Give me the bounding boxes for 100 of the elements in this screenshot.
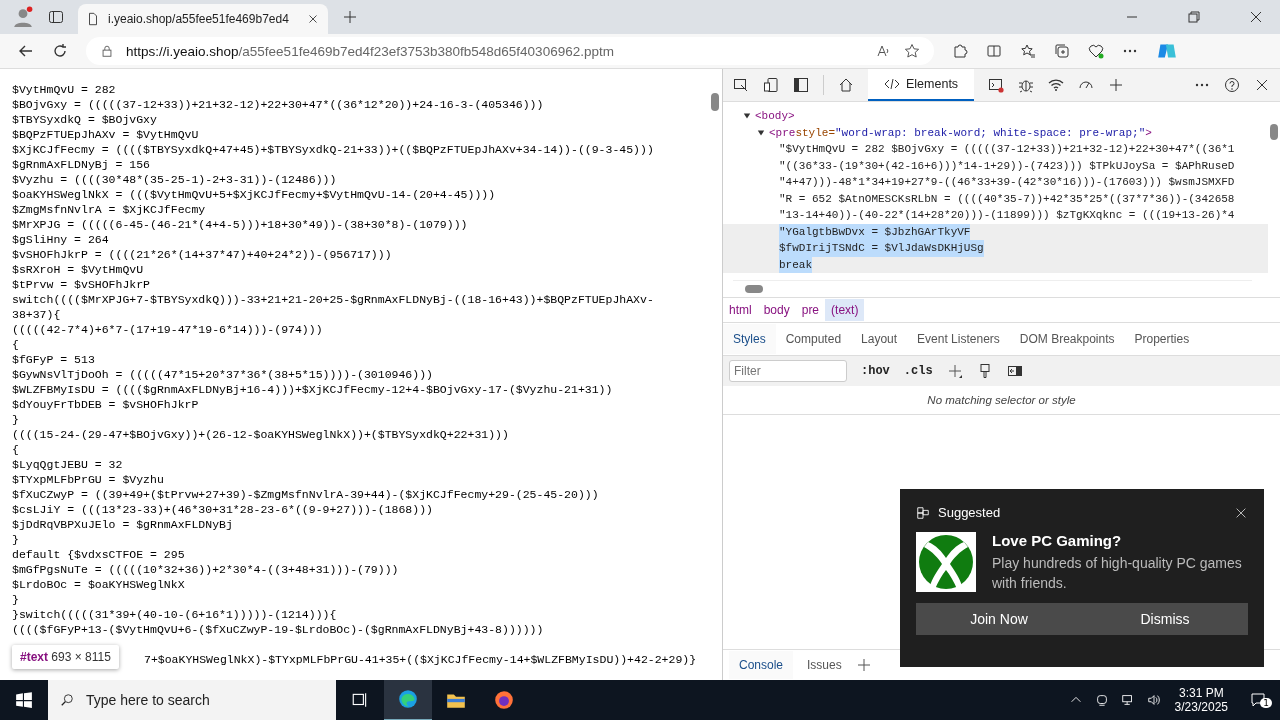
volume-icon[interactable] — [1146, 693, 1161, 707]
elements-tab[interactable]: Elements — [868, 69, 975, 101]
drawer-tab[interactable]: Console — [729, 651, 794, 679]
code-line: } — [12, 532, 20, 547]
collections-icon[interactable] — [1054, 43, 1070, 59]
styles-pane-tab[interactable]: Styles — [723, 324, 776, 354]
code-line: $WLZFBMyIsDU = (((($gRnmAxFLDNyBj+16-4)))+$XjKCJfFecmy-12+4-$BOjvGxy-17-($Vyzhu-21+31)) — [12, 382, 614, 397]
dom-text-node[interactable]: "((36*33-(19*30+(42-16+6)))*14-1+29))-(7423))) $TPkUJoySa = $APhRuseD — [779, 157, 1235, 174]
breadcrumb[interactable]: html — [723, 299, 758, 321]
breadcrumb[interactable]: pre — [795, 299, 826, 321]
dom-text-node[interactable]: "$VytHmQvU = 282 $BOjvGxy = (((((37-12+33))+21+32-12)+22+30+47*((36*1 — [779, 141, 1235, 158]
profile-icon[interactable] — [12, 6, 34, 28]
address-bar[interactable]: https://i.yeaio.shop/a55fee51fe469b7ed4f23ef3753b380fb548d65f40306962.pptm — [86, 37, 934, 65]
network-icon[interactable] — [1120, 693, 1135, 707]
styles-pane-tab[interactable]: Layout — [851, 324, 908, 354]
code-line: $Vyzhu = ((((30*48*(35-25-1)-2+3-31))-(12486))) — [12, 172, 338, 187]
breadcrumb[interactable]: (text) — [825, 299, 865, 321]
code-line: { — [12, 442, 20, 457]
taskbar-search-field[interactable]: Type here to search — [48, 680, 336, 720]
add-icon[interactable] — [946, 363, 963, 379]
close-icon[interactable] — [1254, 77, 1270, 93]
code-line: switch(((($MrXPJG+7-$TBYSyxdkQ)))-33+21+21-20+25-$gRnmAxFLDNyBj-((18-16+43))+$BQPzFTUEpJhAXv-38+37){ — [12, 292, 655, 322]
dom-text-node[interactable]: $fwDIrijTSNdC = $VlJdaWsDKHjUSg — [779, 240, 984, 257]
task-view-icon[interactable] — [351, 691, 369, 709]
code-line: }switch(((((31*39+(40-10-(6+16*1)))))-(1214))){ — [12, 607, 338, 622]
toast-message: Play hundreds of high-quality PC games with friends. — [992, 554, 1243, 593]
dom-text-node[interactable]: "4+47)))-48*1*34+19+27*9-((46*33+39-(42*30*16)))-(17603))) $wsmJSMXFD — [779, 174, 1235, 191]
page-icon — [86, 12, 100, 26]
toggle-button[interactable]: :hov — [861, 364, 890, 378]
toast-title: Love PC Gaming? — [992, 532, 1123, 549]
star-icon[interactable] — [904, 43, 920, 59]
split-screen-icon[interactable] — [986, 43, 1002, 59]
new-tab-icon[interactable] — [342, 9, 358, 25]
close-icon[interactable] — [1248, 9, 1264, 25]
toast-header: Suggested — [938, 505, 1001, 520]
code-line: } — [12, 592, 20, 607]
dom-node[interactable]: <body> — [755, 108, 795, 125]
home-icon[interactable] — [838, 77, 854, 93]
code-line: $ZmgMsfnNvlrA = $XjKCJfFecmy — [12, 202, 207, 217]
node-tooltip: #text 693 × 8115 — [12, 645, 119, 669]
styles-pane-tab[interactable]: Event Listeners — [907, 324, 1010, 354]
notification-center-button[interactable]: 1 — [1236, 692, 1280, 708]
windows-start-icon[interactable] — [15, 691, 33, 709]
code-line: $sRXroH = $VytHmQvU — [12, 262, 145, 277]
bug-icon[interactable] — [1018, 77, 1035, 93]
styles-pane-tab[interactable]: Computed — [775, 324, 852, 354]
styles-pane-tab[interactable]: DOM Breakpoints — [1009, 324, 1125, 354]
dom-text-node[interactable]: "13-14+40))-(40-22*(14+28*20)))-(11899))) $zTgKXqknc = (((19+13-26)*4 — [779, 207, 1235, 224]
code-line: $TBYSyxdkQ = $BOjvGxy — [12, 112, 158, 127]
styles-pane-tab[interactable]: Properties — [1124, 324, 1200, 354]
sidebar-toggle-icon[interactable] — [1006, 363, 1023, 379]
code-line: $gSliHny = 264 — [12, 232, 110, 247]
dom-text-node[interactable]: "YGalgtbBwDvx = $JbzhGArTkyVF — [779, 223, 971, 240]
code-line: $MrXPJG = (((((6-45-(46-21*(4+4-5)))+18+30*49))-(38+30*8)-(1079))) — [12, 217, 469, 232]
device-icon[interactable] — [763, 77, 779, 93]
code-line: $XjKCJfFecmy = (((($TBYSyxdkQ+47+45)+$TBYSyxdkQ-21+33))+(($BQPzFTUEpJhAXv+34-14))-((9-3-45))) — [12, 142, 655, 157]
help-icon[interactable] — [1224, 77, 1240, 93]
breadcrumb[interactable]: body — [757, 299, 796, 321]
dom-text-node[interactable]: "R = 652 $AtnOMESCKsRLbN = ((((40*35-7))+42*35*25*((37*7*36))-(342658 — [779, 190, 1235, 207]
code-line: $LrdoBOc = $oaKYHSWeglNkX — [12, 577, 186, 592]
code-line: $jDdRqVBPXuJElo = $gRnmAxFLDNyBj — [12, 517, 234, 532]
search-icon — [60, 693, 74, 707]
code-line: $vSHOFhJkrP = ((((21*26*(14+37*47)+40+24*2))-(956717))) — [12, 247, 393, 262]
lock-icon — [100, 44, 114, 58]
message-icon — [1250, 692, 1266, 708]
empty-message: No matching selector or style — [723, 386, 1280, 415]
xbox-logo-icon — [916, 532, 976, 592]
code-line: $fGFyP = 513 — [12, 352, 96, 367]
add-icon[interactable] — [1108, 77, 1125, 93]
clock[interactable]: 3:31 PM 3/23/2025 — [1166, 686, 1236, 714]
heart-pulse-icon[interactable] — [1088, 43, 1104, 59]
code-line: 7+$oaKYHSWeglNkX)-$TYxpMLFbPrGU-41+35+(($XjKCJfFecmy-14+$WLZFBMyIsDU))+42-2+29)} — [144, 652, 698, 667]
code-line: $mGfPgsNuTe = (((((10*32+36))+2*30*4-((3+48+31)))-(79))) — [12, 562, 400, 577]
toggle-button[interactable]: .cls — [903, 364, 933, 378]
browser-tab[interactable]: i.yeaio.shop/a55fee51fe469b7ed4 — [78, 4, 328, 34]
extensions-icon[interactable] — [952, 43, 968, 59]
drawer-tab[interactable]: Issues — [797, 651, 852, 679]
filter-field[interactable]: Filter — [729, 360, 847, 382]
code-line: $tPrvw = $vSHOFhJkrP — [12, 277, 152, 292]
code-line: $VytHmQvU = 282 — [12, 82, 117, 97]
notification-count: 1 — [1260, 698, 1272, 708]
code-line: $dYouyFrTbDEB = $vSHOFhJkrP — [12, 397, 200, 412]
code-line: $fXuCZwyP = ((39+49+($tPrvw+27+39)-$ZmgMsfnNvlrA-39+44)-($XjKCJfFecmy+29-(25-45-20))) — [12, 487, 600, 502]
code-line: $oaKYHSWeglNkX = ((($VytHmQvU+5+$XjKCJfFecmy+$VytHmQvU-14-(20+4-45)))) — [12, 187, 497, 202]
code-line: { — [12, 337, 20, 352]
code-line: $gRnmAxFLDNyBj = 156 — [12, 157, 152, 172]
favorites-icon[interactable] — [1020, 43, 1036, 59]
code-line: $TYxpMLFbPrGU = $Vyzhu — [12, 472, 165, 487]
wifi-icon[interactable] — [1048, 77, 1065, 93]
code-line: $csLJiY = (((13*23-33)+(46*30+31*28-23-6*((9-9+27)))-(1868))) — [12, 502, 434, 517]
console-error-icon[interactable] — [988, 77, 1005, 93]
dom-node[interactable]: <prestyle="word-wrap: break-word; white-space: pre-wrap;"> — [769, 124, 1152, 141]
tab-actions-icon[interactable] — [48, 9, 64, 25]
back-icon[interactable] — [18, 43, 34, 59]
sidebar-icon[interactable] — [793, 77, 809, 93]
code-line: $BOjvGxy = (((((37-12+33))+21+32-12)+22+30+47*((36*12*20))+24-16-3-(405346))) — [12, 97, 545, 112]
webcam-icon[interactable] — [1094, 693, 1109, 707]
refresh-icon[interactable] — [52, 43, 68, 59]
restore-icon[interactable] — [1186, 9, 1202, 25]
inspect-icon[interactable] — [733, 77, 749, 93]
